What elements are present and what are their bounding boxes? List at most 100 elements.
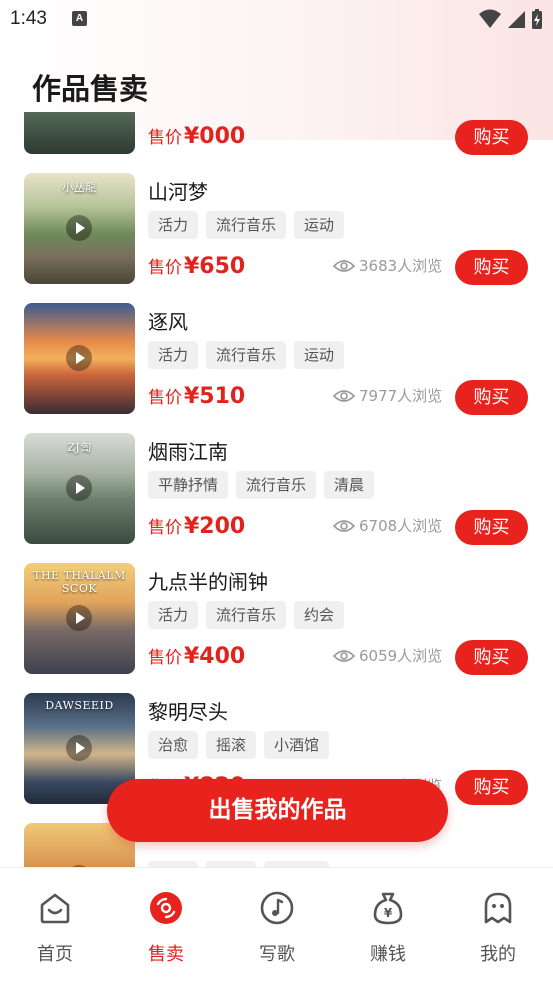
view-count-text: 6059人浏览 [359, 647, 443, 665]
artwork-thumbnail[interactable]: THE THALALM SCOK [24, 563, 135, 674]
play-icon[interactable] [66, 345, 92, 371]
tag: 流行音乐 [206, 341, 287, 369]
tag-list: 活力 流行音乐 运动 [148, 211, 345, 239]
tag-list: 活力 流行音乐 运动 [148, 341, 345, 369]
price: 售价¥000 [148, 123, 245, 149]
play-icon[interactable] [66, 605, 92, 631]
music-note-icon [260, 891, 294, 925]
price-value: ¥650 [184, 254, 246, 279]
view-count: 7977人浏览 [333, 385, 442, 406]
price-label: 售价 [148, 258, 182, 278]
buy-button[interactable]: 购买 [455, 770, 528, 805]
tag: 运动 [294, 211, 345, 239]
page-title: 作品售卖 [32, 72, 149, 106]
nav-profile-label: 我的 [480, 944, 516, 965]
nav-sell[interactable]: 售卖 [111, 868, 221, 984]
nav-home-label: 首页 [37, 944, 73, 965]
tag: 运动 [294, 341, 345, 369]
nav-write-song[interactable]: 写歌 [222, 868, 332, 984]
artwork-cover-text: 小丛龍 [62, 181, 97, 194]
tag: 流行音乐 [206, 601, 287, 629]
status-time: 1:43 [10, 8, 47, 29]
artwork-thumbnail[interactable]: 小丛龍 [24, 173, 135, 284]
tag: 约会 [294, 601, 345, 629]
nav-earn-label: 赚钱 [370, 944, 406, 965]
view-count: 6059人浏览 [333, 645, 442, 666]
item-title: 山河梦 [148, 180, 208, 204]
tag: 平静抒情 [148, 471, 229, 499]
artwork-cover-text: ZJ訇 [67, 441, 92, 454]
bottom-nav: 首页 售卖 写歌 ¥ 赚钱 我的 [0, 867, 553, 984]
nav-write-song-label: 写歌 [259, 944, 295, 965]
price-label: 售价 [148, 518, 182, 538]
signal-icon [508, 11, 525, 28]
sell-my-work-button[interactable]: 出售我的作品 [107, 779, 448, 842]
price: 售价¥400 [148, 643, 245, 669]
tag: 小酒馆 [264, 731, 330, 759]
status-icons [479, 8, 543, 30]
buy-button[interactable]: 购买 [455, 640, 528, 675]
tag-list: 活力 流行音乐 约会 [148, 601, 345, 629]
eye-icon [333, 649, 355, 662]
home-icon [40, 893, 70, 924]
list-item[interactable]: 小丛龍 山河梦 活力 流行音乐 运动 售价¥650 3683人浏览 购买 [0, 156, 553, 286]
eye-icon [333, 519, 355, 532]
list-item[interactable]: THE THALALM SCOK 九点半的闹钟 活力 流行音乐 约会 售价¥400 6059… [0, 546, 553, 676]
tag-list: 平静抒情 流行音乐 清晨 [148, 471, 375, 499]
play-icon[interactable] [66, 735, 92, 761]
tag: 摇滚 [206, 731, 257, 759]
money-bag-icon: ¥ [373, 892, 403, 925]
artwork-thumbnail[interactable] [24, 303, 135, 414]
item-title: 逐风 [148, 310, 188, 334]
play-icon[interactable] [66, 215, 92, 241]
list-item[interactable]: 逐风 活力 流行音乐 运动 售价¥510 7977人浏览 购买 [0, 286, 553, 416]
price-label: 售价 [148, 648, 182, 668]
wifi-icon [479, 9, 501, 28]
artwork-thumbnail[interactable]: ZJ訇 [24, 433, 135, 544]
price-value: ¥200 [184, 514, 246, 539]
play-icon[interactable] [66, 475, 92, 501]
price-label: 售价 [148, 388, 182, 408]
nav-sell-label: 售卖 [148, 944, 184, 965]
nav-home[interactable]: 首页 [0, 868, 110, 984]
eye-icon [333, 259, 355, 272]
eye-icon [333, 389, 355, 402]
vinyl-icon [150, 892, 182, 924]
price: 售价¥650 [148, 253, 245, 279]
tag-list: 治愈 摇滚 小酒馆 [148, 731, 330, 759]
tag: 流行音乐 [236, 471, 317, 499]
view-count-text: 3683人浏览 [359, 257, 443, 275]
svg-text:¥: ¥ [384, 906, 393, 920]
nav-profile[interactable]: 我的 [443, 868, 553, 984]
artwork-cover-text: THE THALALM SCOK [33, 569, 126, 595]
tag: 治愈 [148, 731, 199, 759]
view-count-text: 6708人浏览 [359, 517, 443, 535]
tag: 流行音乐 [206, 211, 287, 239]
artwork-cover-text: DAWSEEID [45, 699, 114, 712]
buy-button[interactable]: 购买 [455, 380, 528, 415]
tag: 活力 [148, 211, 199, 239]
item-title: 烟雨江南 [148, 440, 228, 464]
list-item[interactable]: ZJ訇 烟雨江南平静抒情 流行音乐 清晨售价¥200 6708人浏览 购买 [0, 416, 553, 546]
view-count-text: 7977人浏览 [359, 387, 443, 405]
price-value: ¥510 [184, 384, 246, 409]
nav-earn[interactable]: ¥ 赚钱 [333, 868, 443, 984]
price: 售价¥510 [148, 383, 245, 409]
view-count: 6708人浏览 [333, 515, 442, 536]
item-title: 九点半的闹钟 [148, 570, 268, 594]
artwork-list[interactable]: 售价¥000 购买 小丛龍 山河梦 活力 流行音乐 运动 售价¥650 3683人浏览 购买 逐风活… [0, 112, 553, 867]
price-value: ¥400 [184, 644, 246, 669]
buy-button[interactable]: 购买 [455, 510, 528, 545]
price-label: 售价 [148, 128, 182, 148]
tag: 清晨 [324, 471, 375, 499]
buy-button[interactable]: 购买 [455, 250, 528, 285]
view-count: 3683人浏览 [333, 255, 442, 276]
status-bar: 1:43 A [0, 0, 553, 40]
profile-icon [484, 892, 512, 924]
item-title: 黎明尽头 [148, 700, 228, 724]
list-item[interactable]: 售价¥000 购买 [0, 112, 553, 156]
artwork-thumbnail[interactable] [24, 112, 135, 154]
buy-button[interactable]: 购买 [455, 120, 528, 155]
notification-icon: A [72, 11, 87, 26]
tag: 活力 [148, 601, 199, 629]
